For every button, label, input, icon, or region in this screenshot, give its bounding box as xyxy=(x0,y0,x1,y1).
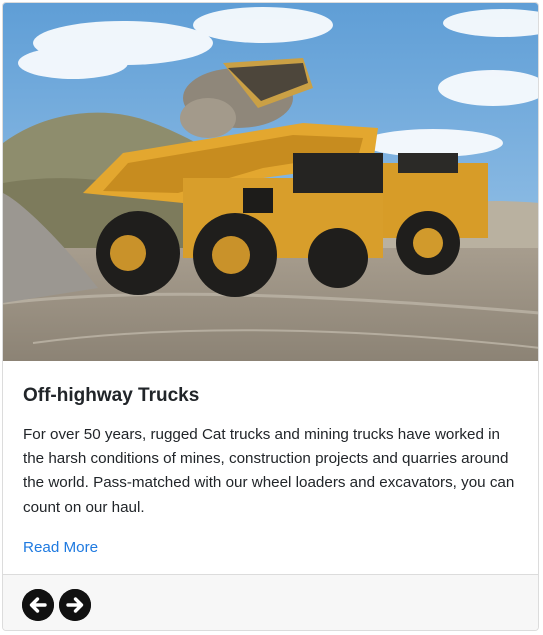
card-description: For over 50 years, rugged Cat trucks and… xyxy=(23,426,515,516)
card-title: Off-highway Trucks xyxy=(23,385,200,406)
arrow-right-circle-icon xyxy=(59,589,91,621)
card-footer xyxy=(3,574,538,630)
hero-illustration xyxy=(3,3,538,361)
truck-hero-image xyxy=(3,3,538,361)
read-more-link[interactable]: Read More xyxy=(23,537,98,559)
previous-button[interactable] xyxy=(22,589,54,621)
product-card: Off-highway Trucks For over 50 years, ru… xyxy=(2,2,539,631)
arrow-left-circle-icon xyxy=(22,589,54,621)
card-body: Off-highway Trucks For over 50 years, ru… xyxy=(3,361,538,574)
next-button[interactable] xyxy=(59,589,91,621)
